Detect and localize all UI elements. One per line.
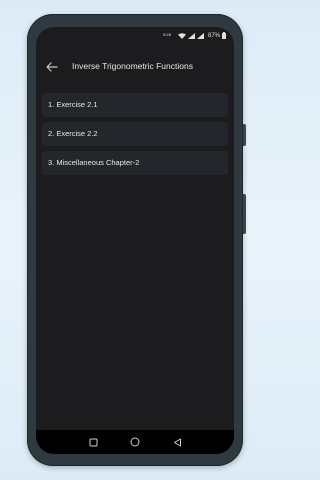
wifi-icon xyxy=(177,32,186,39)
phone-frame: 5:28 87% Inverse Trigonometric Functions… xyxy=(27,14,246,466)
home-button[interactable] xyxy=(129,436,141,448)
app-bar: Inverse Trigonometric Functions xyxy=(36,53,234,85)
exercise-list: 1. Exercise 2.1 2. Exercise 2.2 3. Misce… xyxy=(42,93,228,180)
side-button-volume xyxy=(243,124,246,146)
circle-icon xyxy=(130,437,140,447)
triangle-back-icon xyxy=(173,438,181,446)
list-item-exercise-2-2[interactable]: 2. Exercise 2.2 xyxy=(42,122,228,146)
battery-icon xyxy=(222,32,226,39)
arrow-left-icon[interactable] xyxy=(44,59,60,75)
battery-percent: 87% xyxy=(207,32,220,39)
signal-icon-2 xyxy=(196,32,204,39)
square-icon xyxy=(89,438,97,446)
page-title: Inverse Trigonometric Functions xyxy=(72,61,193,71)
status-icons: 87% xyxy=(177,32,226,39)
list-item-miscellaneous[interactable]: 3. Miscellaneous Chapter-2 xyxy=(42,151,228,175)
status-time: 5:28 xyxy=(163,32,171,37)
back-button[interactable] xyxy=(171,436,183,448)
navigation-bar xyxy=(36,430,234,454)
signal-icon xyxy=(187,32,195,39)
recent-apps-button[interactable] xyxy=(87,436,99,448)
list-item-exercise-2-1[interactable]: 1. Exercise 2.1 xyxy=(42,93,228,117)
side-button-power xyxy=(243,194,246,234)
screen: 5:28 87% Inverse Trigonometric Functions… xyxy=(36,27,234,454)
status-bar: 5:28 87% xyxy=(36,27,234,47)
